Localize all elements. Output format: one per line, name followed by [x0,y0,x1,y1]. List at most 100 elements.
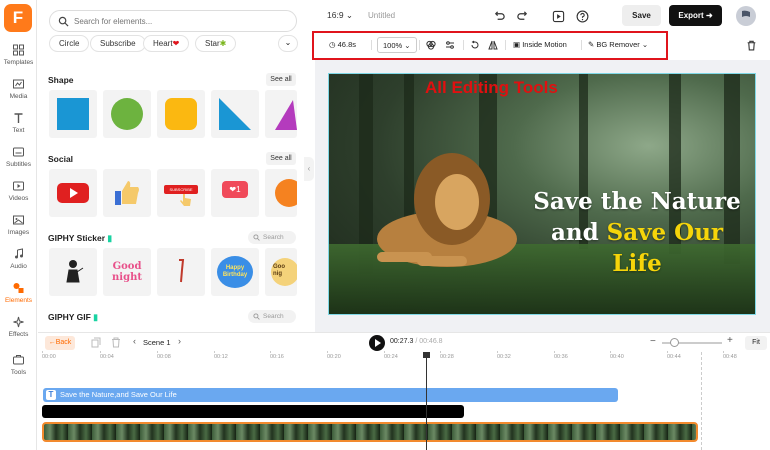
chevron-left-icon[interactable]: ‹ [133,336,136,346]
sticker-tile-good[interactable]: Goo nig [265,248,297,296]
duplicate-icon[interactable] [91,337,101,348]
bg-remover-button[interactable]: ✎ BG Remover ⌄ [588,37,648,53]
giphy-sticker-search[interactable]: Search [248,231,296,244]
rotate-icon[interactable] [470,40,480,50]
app-logo[interactable]: F [4,4,32,32]
social-youtube-tile[interactable] [49,169,97,217]
ruler-tick: 00:08 [157,351,171,360]
social-like-tile[interactable] [103,169,151,217]
section-title-giphy-sticker: GIPHY Sticker ▮ [48,233,112,244]
export-label: Export [678,11,704,20]
rail-item-videos[interactable]: Videos [0,180,37,212]
chip-star[interactable]: Star✱ [195,35,237,52]
element-search-input[interactable] [74,14,284,28]
social-heart-count-tile[interactable]: ❤1 [211,169,259,217]
trash-icon[interactable] [746,40,757,51]
timeline-playhead[interactable] [423,352,430,450]
timeline-zoom-handle[interactable] [670,338,679,347]
media-icon [13,79,24,89]
rail-label: Effects [8,331,29,338]
youtube-icon [57,183,89,203]
sticker-tile-figure[interactable] [157,248,205,296]
good-sticker-text: Goo nig [273,264,285,277]
shape-circle-tile[interactable] [103,90,151,138]
timeline-ruler[interactable]: 00:00 00:04 00:08 00:12 00:16 00:20 00:2… [38,351,770,366]
adjust-sliders-icon[interactable] [445,40,455,50]
rail-item-effects[interactable]: Effects [0,316,37,348]
duration-control[interactable]: ◷ 46.8s [329,37,356,53]
export-button[interactable]: Export ➜ [669,5,722,26]
rail-label: Tools [10,369,27,376]
current-time: 00:27.3 [390,338,414,345]
zoom-in-icon[interactable]: + [727,335,733,346]
rail-item-subtitles[interactable]: Subtitles [0,146,37,178]
video-track-clip[interactable] [42,422,698,442]
rail-item-images[interactable]: Images [0,214,37,246]
rail-item-media[interactable]: Media [0,78,37,110]
canvas-headline-text[interactable]: Save the Nature and Save Our Life [527,186,747,279]
rail-item-tools[interactable]: Tools [0,354,37,386]
overlay-track-clip[interactable] [42,405,464,418]
heart-icon: ❤ [172,39,180,48]
aspect-ratio-select[interactable]: 16:9 ⌄ [327,10,353,21]
shape-purple-triangle-tile[interactable] [265,90,297,138]
square-shape [57,98,89,130]
fit-button[interactable]: Fit [745,336,767,350]
chip-circle[interactable]: Circle [49,35,90,52]
inside-motion-button[interactable]: ▣ Inside Motion [513,37,567,53]
shape-triangle-tile[interactable] [211,90,259,138]
chip-heart[interactable]: Heart❤ [143,35,190,52]
element-search-box[interactable] [49,10,297,32]
back-button[interactable]: ←Back [45,336,75,350]
effects-icon [13,316,24,328]
left-rail: F Templates Media Text Subtitles Videos … [0,0,37,450]
chevron-right-icon[interactable]: › [178,336,181,346]
flip-icon[interactable] [488,40,498,50]
giphy-gif-search[interactable]: Search [248,310,296,323]
chips-more-button[interactable]: ⌄ [278,35,298,52]
video-canvas[interactable]: All Editing Tools Save the Nature and Sa… [328,73,756,315]
sticker-tile-person[interactable] [49,248,97,296]
project-title[interactable]: Untitled [368,11,395,20]
save-button[interactable]: Save [622,5,661,26]
ruler-tick: 00:12 [214,351,228,360]
zoom-out-icon[interactable]: − [650,336,656,347]
ruler-tick: 00:16 [270,351,284,360]
subtitles-icon [13,147,24,157]
help-icon[interactable] [576,10,589,23]
undo-icon[interactable] [493,10,506,23]
color-adjust-icon[interactable] [426,40,436,50]
chip-subscribe[interactable]: Subscribe [90,35,146,52]
text-track-clip[interactable]: T Save the Nature,and Save Our Life [43,388,618,402]
search-icon [253,313,260,320]
play-button[interactable] [369,335,385,351]
avatar-flag-icon [742,10,750,20]
user-avatar[interactable] [736,6,756,26]
giphy-gif-search-placeholder: Search [263,313,284,320]
star-icon: ✱ [219,39,227,48]
rail-item-elements[interactable]: Elements [0,282,37,314]
sticker-tile-good-night[interactable]: Good night [103,248,151,296]
rail-label: Templates [3,59,34,66]
ruler-tick: 00:00 [42,351,56,360]
zoom-select[interactable]: 100% ⌄ [377,37,417,53]
editing-toolbar: ◷ 46.8s 100% ⌄ ▣ Inside Motion ✎ BG Remo… [315,33,770,57]
social-see-all-button[interactable]: See all [266,152,296,165]
rail-item-templates[interactable]: Templates [0,44,37,76]
giphy-gif-title: GIPHY GIF [48,312,91,322]
rail-item-audio[interactable]: Audio [0,248,37,280]
trash-icon[interactable] [111,337,121,348]
figure-sticker [179,259,185,283]
redo-icon[interactable] [516,10,529,23]
rail-item-text[interactable]: Text [0,112,37,144]
social-bell-tile[interactable] [265,169,297,217]
social-subscribe-tile[interactable]: SUBSCRIBE [157,169,205,217]
sticker-tile-happy-birthday[interactable]: Happy Birthday [211,248,259,296]
preview-icon[interactable] [552,10,565,23]
shape-rounded-square-tile[interactable] [157,90,205,138]
shape-square-tile[interactable] [49,90,97,138]
panel-collapse-handle[interactable]: ‹ [304,157,314,181]
shape-see-all-button[interactable]: See all [266,73,296,86]
timeline-tracks: T Save the Nature,and Save Our Life [38,366,770,450]
heart-count-badge: ❤1 [222,181,248,198]
